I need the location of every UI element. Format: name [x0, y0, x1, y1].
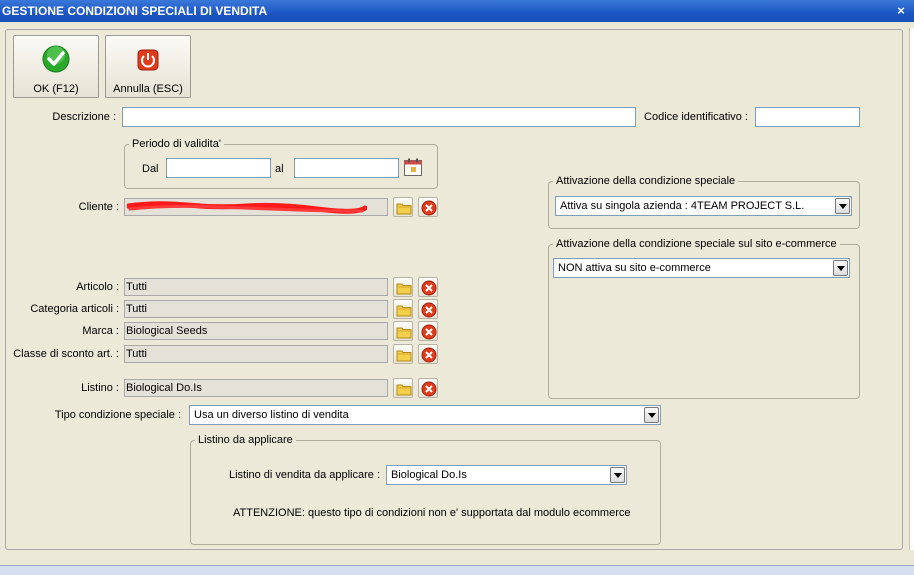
categoria-clear-button[interactable]: [418, 299, 438, 319]
cancel-button-label: Annulla (ESC): [113, 83, 183, 95]
attivazione-value: Attiva su singola azienda : 4TEAM PROJEC…: [560, 200, 805, 212]
al-date-input[interactable]: [294, 158, 399, 178]
listino-applicare-title: Listino da applicare: [195, 434, 296, 447]
clear-icon: [421, 280, 437, 296]
cliente-browse-button[interactable]: [393, 197, 413, 217]
dropdown-arrow-icon[interactable]: [835, 198, 850, 214]
clear-icon: [421, 200, 437, 216]
classe-label: Classe di sconto art. :: [13, 348, 119, 360]
folder-icon: [396, 327, 412, 339]
folder-icon: [396, 305, 412, 317]
folder-icon: [396, 350, 412, 362]
ok-button[interactable]: OK (F12): [13, 35, 99, 98]
tipo-select-value: Usa un diverso listino di vendita: [194, 409, 349, 421]
descrizione-input[interactable]: [122, 107, 636, 127]
listino-applicare-select[interactable]: Biological Do.Is: [386, 465, 627, 485]
close-icon[interactable]: ×: [894, 0, 908, 22]
attivazione-title: Attivazione della condizione speciale: [553, 175, 739, 188]
status-bar: [0, 565, 914, 575]
tipo-label: Tipo condizione speciale :: [54, 409, 181, 421]
listino-applicare-value: Biological Do.Is: [391, 469, 467, 481]
ok-button-label: OK (F12): [33, 83, 79, 95]
al-label: al: [275, 163, 284, 175]
redaction-mark: [127, 201, 367, 214]
window-titlebar: GESTIONE CONDIZIONI SPECIALI DI VENDITA: [0, 0, 914, 22]
side-strip: [909, 28, 914, 550]
descrizione-label: Descrizione :: [52, 111, 116, 123]
listino-applicare-group: [190, 440, 661, 545]
codice-label: Codice identificativo :: [644, 111, 748, 123]
window-title: GESTIONE CONDIZIONI SPECIALI DI VENDITA: [2, 4, 268, 18]
folder-icon: [396, 203, 412, 215]
periodo-group-title: Periodo di validita': [129, 138, 224, 151]
clear-icon: [421, 381, 437, 397]
attivazione-ecom-value: NON attiva su sito e-commerce: [558, 262, 711, 274]
calendar-button[interactable]: [403, 157, 424, 178]
listino-label: Listino :: [81, 382, 119, 394]
attivazione-ecom-select[interactable]: NON attiva su sito e-commerce: [553, 258, 850, 278]
check-icon: [42, 45, 70, 73]
articolo-label: Articolo :: [76, 281, 119, 293]
marca-label: Marca :: [82, 325, 119, 337]
marca-field: Biological Seeds: [124, 322, 388, 340]
classe-clear-button[interactable]: [418, 344, 438, 364]
clear-icon: [421, 324, 437, 340]
attivazione-ecom-title: Attivazione della condizione speciale su…: [553, 238, 840, 251]
clear-icon: [421, 347, 437, 363]
listino-clear-button[interactable]: [418, 378, 438, 398]
listino-browse-button[interactable]: [393, 378, 413, 398]
folder-icon: [396, 283, 412, 295]
tipo-select[interactable]: Usa un diverso listino di vendita: [189, 405, 661, 425]
categoria-browse-button[interactable]: [393, 299, 413, 319]
marca-clear-button[interactable]: [418, 321, 438, 341]
articolo-field: Tutti: [124, 278, 388, 296]
listino-applicare-label: Listino di vendita da applicare :: [228, 469, 380, 481]
cancel-button[interactable]: Annulla (ESC): [105, 35, 191, 98]
ecommerce-warning: ATTENZIONE: questo tipo di condizioni no…: [233, 507, 631, 519]
calendar-icon: [404, 158, 422, 176]
cliente-clear-button[interactable]: [418, 197, 438, 217]
articolo-clear-button[interactable]: [418, 277, 438, 297]
dal-label: Dal: [142, 163, 159, 175]
classe-browse-button[interactable]: [393, 344, 413, 364]
marca-browse-button[interactable]: [393, 321, 413, 341]
dropdown-arrow-icon[interactable]: [833, 260, 848, 276]
dropdown-arrow-icon[interactable]: [644, 407, 659, 423]
categoria-field: Tutti: [124, 300, 388, 318]
listino-field: Biological Do.Is: [124, 379, 388, 397]
classe-field: Tutti: [124, 345, 388, 363]
dropdown-arrow-icon[interactable]: [610, 467, 625, 483]
articolo-browse-button[interactable]: [393, 277, 413, 297]
categoria-label: Categoria articoli :: [30, 303, 119, 315]
cliente-label: Cliente :: [78, 201, 119, 213]
dal-date-input[interactable]: [166, 158, 271, 178]
attivazione-select[interactable]: Attiva su singola azienda : 4TEAM PROJEC…: [555, 196, 852, 216]
power-icon: [137, 49, 159, 71]
clear-icon: [421, 302, 437, 318]
codice-input[interactable]: [755, 107, 860, 127]
cliente-field: [124, 198, 388, 216]
folder-icon: [396, 384, 412, 396]
